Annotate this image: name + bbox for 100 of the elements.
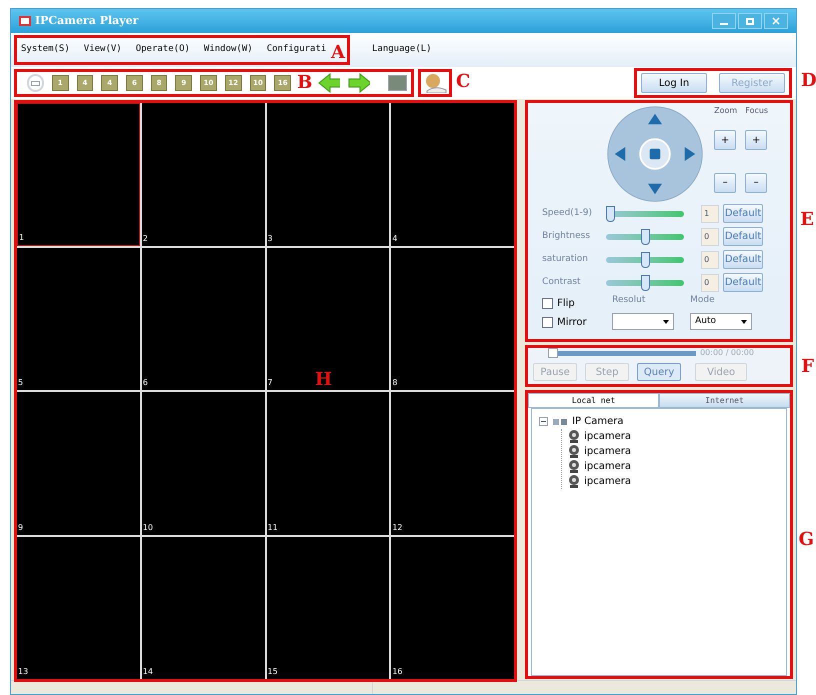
video-cell[interactable]: 6 bbox=[142, 248, 265, 390]
slider[interactable] bbox=[606, 274, 684, 290]
video-cell[interactable]: 9 bbox=[17, 392, 140, 534]
focus-out-button[interactable]: – bbox=[745, 172, 768, 193]
value-field[interactable]: 0 bbox=[701, 228, 720, 246]
channel-number: 7 bbox=[266, 377, 273, 389]
previous-arrow-icon[interactable] bbox=[318, 73, 340, 93]
channel-number: 13 bbox=[17, 666, 28, 678]
slider-thumb[interactable] bbox=[640, 228, 650, 244]
slider[interactable] bbox=[606, 252, 684, 268]
video-cell[interactable]: 13 bbox=[17, 536, 140, 679]
annotation-letter: G bbox=[798, 531, 814, 549]
video-cell[interactable]: 4 bbox=[391, 103, 514, 246]
menu-item[interactable]: Operate(O) bbox=[136, 43, 190, 57]
annotation-letter: A bbox=[331, 44, 345, 62]
collapse-icon[interactable] bbox=[539, 417, 548, 426]
video-cell[interactable]: 2 bbox=[142, 103, 265, 246]
webcam-icon bbox=[568, 460, 580, 474]
progress-thumb[interactable] bbox=[548, 348, 558, 358]
tab[interactable]: Internet bbox=[659, 393, 790, 408]
video-cell[interactable]: 14 bbox=[142, 536, 265, 679]
video-cell[interactable]: 5 bbox=[17, 248, 140, 390]
menu-item[interactable]: Configurati bbox=[266, 43, 326, 57]
network-icon bbox=[552, 416, 568, 426]
checkbox[interactable] bbox=[542, 298, 554, 309]
webcam-icon bbox=[568, 444, 580, 458]
channel-number: 10 bbox=[142, 522, 153, 534]
checkbox-label: Flip bbox=[557, 297, 575, 311]
menu-item[interactable]: Language(L) bbox=[372, 43, 432, 57]
resolution-dropdown[interactable] bbox=[612, 313, 674, 330]
tree-item[interactable]: ipcamera bbox=[584, 474, 631, 489]
zoom-label: Zoom bbox=[714, 105, 738, 117]
value-field[interactable]: 0 bbox=[701, 250, 720, 268]
menu-item[interactable]: Window(W) bbox=[204, 43, 253, 57]
video-cell[interactable]: 16 bbox=[391, 536, 514, 679]
channel-number: 16 bbox=[391, 666, 402, 678]
channel-number: 3 bbox=[266, 232, 273, 244]
channel-number: 2 bbox=[142, 232, 148, 244]
annotation-letter: D bbox=[801, 72, 816, 90]
webcam-icon bbox=[568, 430, 580, 444]
default-button[interactable]: Default bbox=[723, 250, 764, 269]
video-cell[interactable]: 3 bbox=[266, 103, 390, 246]
channel-number: 5 bbox=[17, 377, 24, 389]
tab[interactable]: Local net bbox=[528, 393, 660, 408]
user-icon[interactable] bbox=[423, 73, 447, 93]
minimize-icon[interactable] bbox=[712, 13, 736, 29]
focus-in-button[interactable]: + bbox=[745, 130, 768, 150]
zoom-in-button[interactable]: + bbox=[714, 130, 736, 150]
annotation-letter: C bbox=[456, 73, 470, 91]
focus-label: Focus bbox=[745, 105, 768, 117]
maximize-icon[interactable] bbox=[738, 13, 762, 29]
annotation-letter: E bbox=[800, 211, 814, 229]
checkbox-label: Mirror bbox=[557, 316, 587, 330]
zoom-out-button[interactable]: – bbox=[714, 172, 736, 193]
slider-thumb[interactable] bbox=[606, 206, 616, 222]
fullscreen-icon[interactable] bbox=[27, 74, 44, 92]
next-arrow-icon[interactable] bbox=[348, 73, 370, 93]
channel-number: 4 bbox=[391, 232, 398, 244]
ptz-direction-pad[interactable] bbox=[606, 105, 704, 203]
channel-number: 15 bbox=[266, 666, 278, 678]
menu-item[interactable]: View(V) bbox=[84, 43, 122, 57]
slider[interactable] bbox=[606, 228, 684, 244]
adjustment-label: Contrast bbox=[542, 276, 582, 289]
channel-number: 1 bbox=[18, 232, 24, 244]
tree-item[interactable]: ipcamera bbox=[584, 429, 631, 444]
account-button[interactable]: Log In bbox=[641, 73, 707, 93]
channel-number: 6 bbox=[142, 377, 148, 389]
tree-item[interactable]: ipcamera bbox=[584, 444, 631, 459]
progress-slider[interactable] bbox=[548, 348, 696, 358]
video-cell[interactable]: 8 bbox=[391, 248, 514, 390]
video-cell[interactable]: 11 bbox=[266, 392, 390, 534]
tree-item[interactable]: ipcamera bbox=[584, 459, 631, 474]
channel-number: 9 bbox=[17, 522, 24, 534]
tree-item[interactable]: IP Camera bbox=[572, 414, 624, 429]
checkbox[interactable] bbox=[542, 317, 554, 328]
webcam-icon bbox=[568, 474, 580, 488]
adjustment-label: Brightness bbox=[542, 230, 592, 243]
video-cell[interactable]: 10 bbox=[142, 392, 265, 534]
slider-thumb[interactable] bbox=[640, 274, 650, 290]
video-cell[interactable]: 15 bbox=[266, 536, 390, 679]
channel-number: 11 bbox=[266, 522, 278, 534]
caret-icon bbox=[663, 320, 670, 324]
slider-thumb[interactable] bbox=[640, 252, 650, 268]
value-field[interactable]: 1 bbox=[701, 204, 720, 222]
video-cell[interactable]: 1 bbox=[17, 103, 140, 246]
channel-number: 14 bbox=[142, 666, 153, 678]
default-button[interactable]: Default bbox=[723, 204, 764, 223]
adjustment-label: Speed(1-9) bbox=[542, 206, 594, 220]
close-icon[interactable] bbox=[764, 13, 788, 29]
annotation-letter: F bbox=[801, 358, 814, 376]
slider[interactable] bbox=[606, 206, 684, 222]
mode-dropdown[interactable]: Auto bbox=[690, 313, 752, 330]
video-cell[interactable]: 12 bbox=[391, 392, 514, 534]
menu-item[interactable]: System(S) bbox=[21, 43, 70, 57]
channel-number: 8 bbox=[391, 377, 398, 389]
value-field[interactable]: 0 bbox=[701, 274, 720, 292]
resolution-label: Resolut bbox=[612, 294, 646, 307]
default-button[interactable]: Default bbox=[723, 273, 764, 292]
default-button[interactable]: Default bbox=[723, 227, 764, 246]
adjustment-label: saturation bbox=[542, 252, 589, 266]
